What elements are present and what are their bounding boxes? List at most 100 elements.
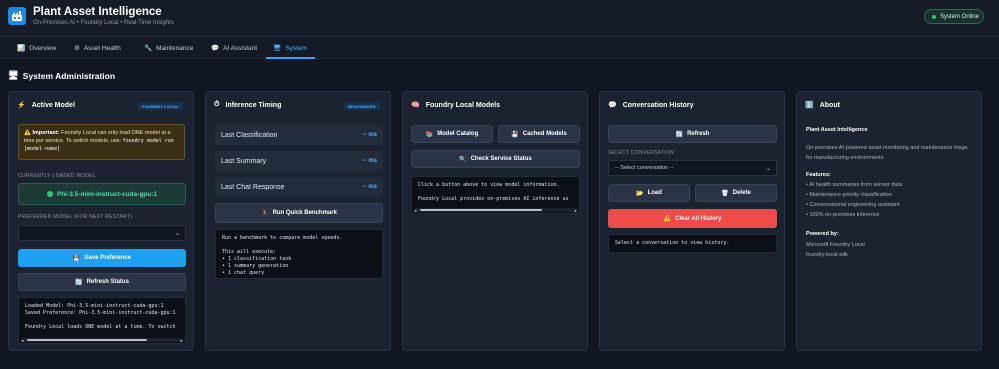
preferred-model-select[interactable]: ⌄ [18,225,186,241]
timing-label: Last Chat Response [221,183,285,191]
run-benchmark-button[interactable]: 🏃 Run Quick Benchmark [215,203,383,223]
runner-icon: 🏃 [261,210,269,217]
status-dot-icon [46,191,53,197]
refresh-history-button[interactable]: 🔄 Refresh [608,125,777,143]
features-heading: Features: [806,172,831,178]
tab-label: Asset Health [83,44,121,52]
card-header: 🧠 Foundry Local Models [411,101,501,110]
button-label: Model Catalog [437,131,479,137]
monitor-icon: 🖥 [8,70,19,80]
benchmark-console: Run a benchmark to compare model speeds.… [215,229,383,279]
console-line: This will execute: [222,249,277,255]
foundry-local-badge: FOUNDRY LOCAL [137,102,183,110]
tab-label: System [285,44,307,52]
gear-icon: ⚙ [74,45,80,52]
timing-value: -- ms [362,158,377,164]
refresh-status-button[interactable]: 🔄 Refresh Status [18,273,186,291]
preferred-model-label: PREFERRED MODEL (FOR NEXT RESTART) [18,214,133,220]
foundry-models-card: 🧠 Foundry Local Models 📚 Model Catalog 💾… [402,91,588,351]
button-label: Refresh Status [86,279,129,285]
tab-asset-health[interactable]: ⚙ Asset Health [74,37,121,59]
refresh-icon: 🔄 [675,131,684,138]
delete-conversation-button[interactable]: 🗑 Delete [695,184,777,202]
active-tab-indicator [266,57,315,59]
chevron-down-icon: ⌄ [174,231,180,237]
model-catalog-button[interactable]: 📚 Model Catalog [411,125,493,143]
loaded-model-name: Phi-3.5-mini-instruct-cuda-gpu:1 [56,190,158,198]
tab-ai-assistant[interactable]: 💬 AI Assistant [211,37,257,59]
chart-icon: 📊 [17,45,26,52]
status-dot-icon [932,14,936,19]
feature-item: • Maintenance priority classification [806,192,892,198]
powered-item: Microsoft Foundry Local [806,242,865,248]
app-subtitle: On-Premises AI • Foundry Local • Real-Ti… [33,20,174,26]
card-header: 💬 Conversation History [608,101,694,110]
button-label: Check Service Status [470,156,532,162]
button-label: Clear All History [675,215,722,222]
tab-label: Overview [29,44,57,52]
app-title: Plant Asset Intelligence [33,6,162,18]
horizontal-scrollbar[interactable]: ◀ ▶ [414,207,577,213]
scroll-thumb[interactable] [420,209,542,211]
books-icon: 📚 [425,131,434,138]
console-line: • 1 chat query [222,270,265,276]
lightning-icon: ⚡ [17,102,26,109]
refresh-icon: 🔄 [75,279,83,286]
tab-system[interactable]: 🖥 System [273,37,307,59]
load-conversation-button[interactable]: 📂 Load [608,184,690,202]
conversation-select[interactable]: -- Select conversation -- ⌄ [608,160,777,176]
tab-maintenance[interactable]: 🔧 Maintenance [144,37,193,59]
horizontal-scrollbar[interactable]: ◀ ▶ [21,337,183,343]
section-title-text: System Administration [22,70,116,81]
chevron-down-icon: ⌄ [765,166,771,172]
timing-row-classification: Last Classification -- ms [215,125,383,145]
save-preference-button[interactable]: 💾 Save Preference [18,249,186,267]
tab-overview[interactable]: 📊 Overview [17,37,56,59]
scroll-thumb[interactable] [27,339,147,341]
card-header: ⏱ Inference Timing [214,101,281,109]
console-line: • 1 summary generation [222,263,289,269]
button-label: Cached Models [522,131,567,137]
card-title: Conversation History [622,101,694,109]
console-line: Select a conversation to view history. [615,240,730,246]
console-line: Click a button above to view model infor… [418,182,560,188]
scroll-left-icon[interactable]: ◀ [21,337,23,343]
clear-all-history-button[interactable]: ⚠️ Clear All History [608,209,777,228]
inference-timing-card: ⏱ Inference Timing BENCHMARK Last Classi… [205,91,391,351]
status-text: System Online [940,13,980,20]
card-title: Inference Timing [225,101,282,109]
about-app-name: Plant Asset Intelligence [806,127,868,133]
history-console: Select a conversation to view history. [608,234,777,253]
button-label: Load [647,190,662,196]
card-title: Foundry Local Models [425,101,501,109]
timing-label: Last Classification [221,131,278,139]
system-status-badge: System Online [924,9,984,24]
feature-item: • Conversational engineering assistant [806,202,900,208]
select-conversation-label: SELECT CONVERSATION [608,150,675,156]
loaded-model-label: CURRENTLY LOADED MODEL [18,173,96,179]
timing-value: -- ms [362,184,377,190]
feature-item: • AI health summaries from sensor data [806,182,903,188]
scroll-right-icon[interactable]: ▶ [181,337,183,343]
timing-label: Last Summary [221,157,267,165]
timing-value: -- ms [362,132,377,138]
features-list: • AI health summaries from sensor data •… [806,180,902,220]
brain-icon: 🧠 [411,102,420,109]
conversation-history-card: 💬 Conversation History 🔄 Refresh SELECT … [599,91,785,351]
check-service-status-button[interactable]: 🔍 Check Service Status [411,150,580,168]
card-title: About [819,101,840,109]
save-icon: 💾 [72,255,81,262]
info-icon: ℹ️ [805,102,814,109]
folder-icon: 📂 [636,190,644,197]
conversation-select-value: -- Select conversation -- [615,165,674,171]
about-description: On-premises AI-powered asset monitoring … [806,145,968,161]
factory-icon [8,7,26,25]
scroll-left-icon[interactable]: ◀ [414,207,416,213]
models-console: Click a button above to view model infor… [411,176,580,214]
console-line: Foundry Local provides on-premises AI in… [418,196,569,202]
button-label: Run Quick Benchmark [272,210,337,216]
cached-models-button[interactable]: 💾 Cached Models [498,125,580,143]
scroll-right-icon[interactable]: ▶ [575,207,577,213]
section-title: 🖥 System Administration [8,70,115,81]
warning-icon: ⚠️ [24,130,31,136]
